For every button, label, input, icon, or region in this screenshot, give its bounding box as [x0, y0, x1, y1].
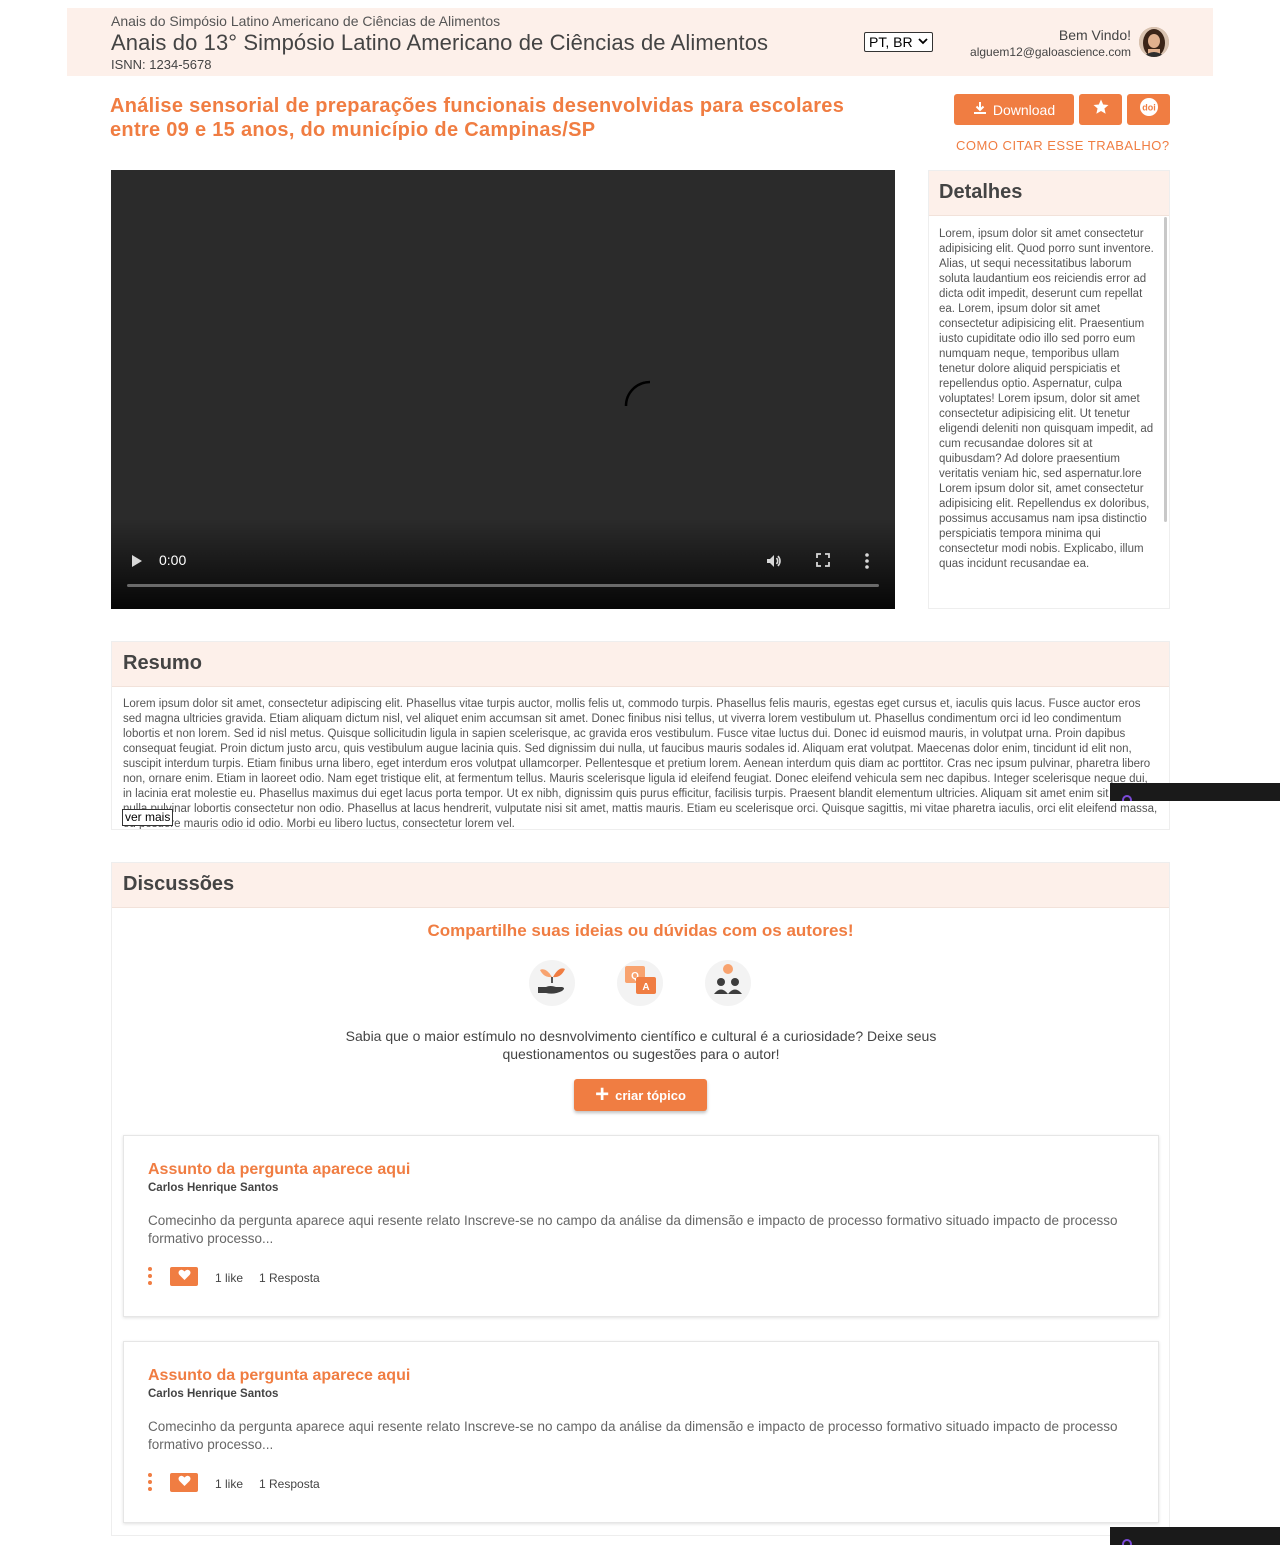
- details-panel: Detalhes Lorem, ipsum dolor sit amet con…: [928, 170, 1170, 609]
- topic-author: Carlos Henrique Santos: [148, 1388, 279, 1400]
- like-button[interactable]: [170, 1267, 198, 1286]
- discussoes-panel: Discussões Compartilhe suas ideias ou dú…: [111, 862, 1170, 1536]
- like-count: 1 like: [215, 1477, 244, 1491]
- issn-label: ISNN: 1234-5678: [111, 57, 212, 72]
- resumo-panel: Resumo Lorem ipsum dolor sit amet, conse…: [111, 641, 1170, 830]
- paper-title: Análise sensorial de preparações funcion…: [110, 95, 845, 141]
- like-button[interactable]: [170, 1473, 198, 1492]
- discussoes-description: Sabia que o maior estímulo no desnvolvim…: [345, 1028, 937, 1062]
- avatar[interactable]: [1139, 27, 1169, 57]
- floating-widget[interactable]: [1110, 783, 1280, 801]
- more-options-icon[interactable]: [864, 552, 870, 575]
- resumo-text: Lorem ipsum dolor sit amet, consectetur …: [123, 698, 1158, 830]
- details-scrollbar[interactable]: [1164, 217, 1167, 522]
- ver-mais-button[interactable]: ver mais: [122, 809, 174, 826]
- star-icon: [1092, 98, 1110, 121]
- video-progress-bar[interactable]: [127, 584, 879, 587]
- welcome-text: Bem Vindo!: [1058, 27, 1131, 43]
- download-icon: [973, 101, 993, 118]
- heart-icon: [178, 1474, 191, 1492]
- fullscreen-icon[interactable]: [816, 553, 830, 572]
- widget-icon: [1122, 1539, 1132, 1545]
- kebab-menu-icon[interactable]: [148, 1473, 152, 1494]
- details-text: Lorem, ipsum dolor sit amet consectetur …: [939, 228, 1154, 570]
- details-heading: Detalhes: [929, 171, 1169, 216]
- topic-card[interactable]: Assunto da pergunta aparece aqui Carlos …: [123, 1135, 1159, 1317]
- user-email: alguem12@galoascience.com: [970, 45, 1131, 59]
- plus-icon: +: [595, 1081, 610, 1108]
- svg-text:A: A: [642, 982, 649, 993]
- language-value: PT, BR: [869, 34, 913, 50]
- topic-excerpt: Comecinho da pergunta aparece aqui resen…: [148, 1419, 1118, 1452]
- download-label: Download: [992, 101, 1056, 118]
- topic-author: Carlos Henrique Santos: [148, 1182, 279, 1194]
- loading-spinner-icon: [624, 380, 650, 407]
- like-count: 1 like: [215, 1271, 244, 1285]
- topic-title[interactable]: Assunto da pergunta aparece aqui: [148, 1367, 410, 1385]
- floating-widget[interactable]: [1110, 1527, 1280, 1545]
- create-topic-label: criar tópico: [615, 1087, 686, 1103]
- doi-icon: doi: [1139, 97, 1159, 122]
- qa-bubbles-icon: Q A: [614, 955, 666, 1007]
- create-topic-button[interactable]: + criar tópico: [574, 1079, 707, 1111]
- resumo-heading: Resumo: [112, 642, 1169, 687]
- discussoes-tagline: Compartilhe suas ideias ou dúvidas com o…: [427, 921, 854, 940]
- video-player[interactable]: 0:00: [111, 170, 895, 609]
- svg-text:doi: doi: [1142, 103, 1156, 113]
- site-header: Anais do Simpósio Latino Americano de Ci…: [67, 8, 1213, 76]
- favorite-button[interactable]: [1079, 94, 1122, 125]
- topic-excerpt: Comecinho da pergunta aparece aqui resen…: [148, 1213, 1118, 1246]
- language-select[interactable]: PT, BR: [864, 32, 933, 52]
- cite-link[interactable]: COMO CITAR ESSE TRABALHO?: [956, 138, 1170, 153]
- volume-icon[interactable]: [765, 552, 783, 575]
- reply-count[interactable]: 1 Resposta: [259, 1477, 320, 1491]
- plant-hand-icon: [526, 955, 578, 1007]
- discussoes-heading: Discussões: [112, 863, 1169, 908]
- topic-title[interactable]: Assunto da pergunta aparece aqui: [148, 1161, 410, 1179]
- play-icon[interactable]: [131, 554, 143, 573]
- reply-count[interactable]: 1 Resposta: [259, 1271, 320, 1285]
- heart-icon: [178, 1268, 191, 1286]
- event-subtitle: Anais do Simpósio Latino Americano de Ci…: [111, 13, 501, 29]
- audience-icon: [702, 955, 754, 1007]
- kebab-menu-icon[interactable]: [148, 1267, 152, 1288]
- topic-card[interactable]: Assunto da pergunta aparece aqui Carlos …: [123, 1341, 1159, 1523]
- widget-icon: [1122, 795, 1132, 801]
- video-time: 0:00: [159, 552, 187, 568]
- event-title: Anais do 13° Simpósio Latino Americano d…: [111, 30, 769, 55]
- download-button[interactable]: Download: [954, 94, 1074, 125]
- doi-button[interactable]: doi: [1127, 94, 1170, 125]
- discussoes-icons: Q A: [526, 955, 756, 1007]
- chevron-down-icon: [918, 36, 928, 49]
